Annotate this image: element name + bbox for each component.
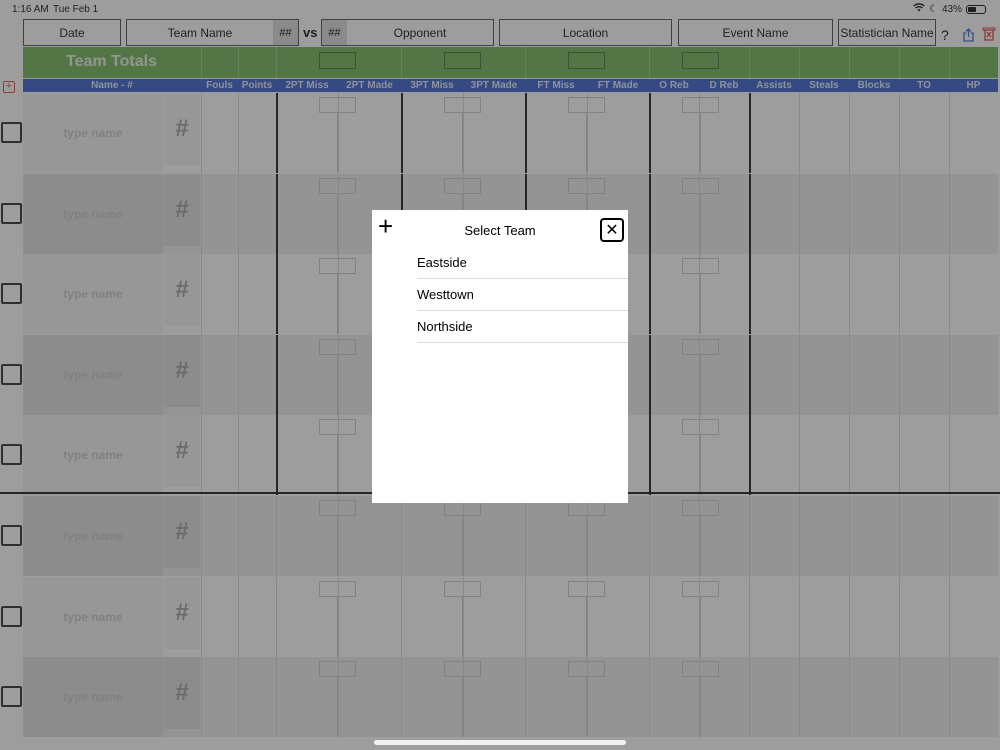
team-option[interactable]: Westtown: [417, 279, 628, 311]
home-indicator: [374, 740, 626, 745]
select-team-modal: + Select Team ✕ Eastside Westtown Norths…: [372, 210, 628, 503]
team-option[interactable]: Eastside: [417, 247, 628, 279]
modal-title: Select Team: [464, 223, 536, 238]
team-option[interactable]: Northside: [417, 311, 628, 343]
close-icon[interactable]: ✕: [600, 218, 624, 242]
